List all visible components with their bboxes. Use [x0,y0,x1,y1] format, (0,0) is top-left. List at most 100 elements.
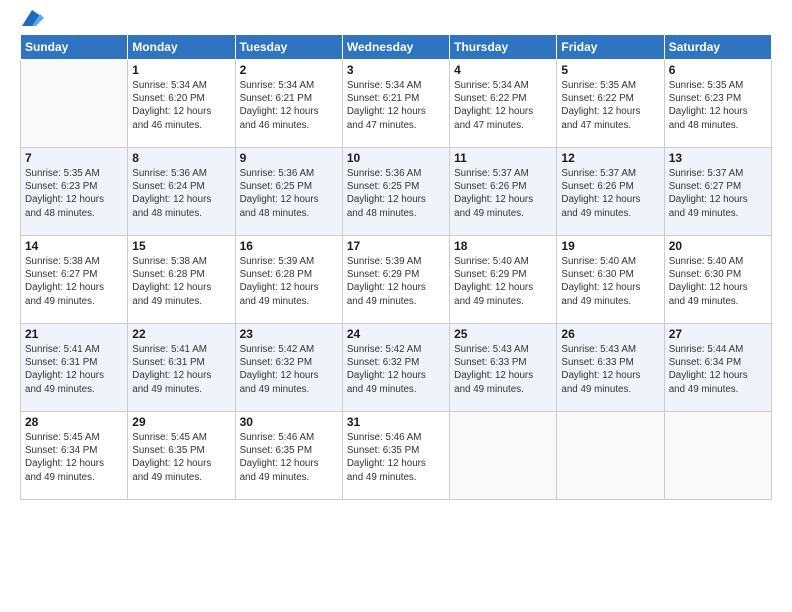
calendar-header-wednesday: Wednesday [342,35,449,60]
day-number: 16 [240,239,338,253]
day-info: Sunrise: 5:43 AMSunset: 6:33 PMDaylight:… [561,343,659,396]
calendar-header-friday: Friday [557,35,664,60]
calendar-day-cell: 30 Sunrise: 5:46 AMSunset: 6:35 PMDayligh… [235,412,342,500]
day-info: Sunrise: 5:38 AMSunset: 6:27 PMDaylight:… [25,255,123,308]
calendar-header-sunday: Sunday [21,35,128,60]
day-number: 25 [454,327,552,341]
day-number: 24 [347,327,445,341]
header [20,10,772,26]
day-info: Sunrise: 5:40 AMSunset: 6:29 PMDaylight:… [454,255,552,308]
calendar-header-thursday: Thursday [450,35,557,60]
calendar-day-cell: 5 Sunrise: 5:35 AMSunset: 6:22 PMDaylight… [557,60,664,148]
day-number: 8 [132,151,230,165]
calendar-day-cell [450,412,557,500]
day-info: Sunrise: 5:40 AMSunset: 6:30 PMDaylight:… [561,255,659,308]
calendar-day-cell: 13 Sunrise: 5:37 AMSunset: 6:27 PMDayligh… [664,148,771,236]
day-info: Sunrise: 5:35 AMSunset: 6:23 PMDaylight:… [669,79,767,132]
calendar-day-cell: 17 Sunrise: 5:39 AMSunset: 6:29 PMDayligh… [342,236,449,324]
day-number: 15 [132,239,230,253]
calendar-day-cell: 1Sunrise: 5:34 AMSunset: 6:20 PMDaylight… [128,60,235,148]
day-info: Sunrise: 5:41 AMSunset: 6:31 PMDaylight:… [25,343,123,396]
calendar-week-row: 21Sunrise: 5:41 AMSunset: 6:31 PMDayligh… [21,324,772,412]
day-info: Sunrise: 5:46 AMSunset: 6:35 PMDaylight:… [347,431,445,484]
day-number: 11 [454,151,552,165]
calendar-day-cell: 10Sunrise: 5:36 AMSunset: 6:25 PMDayligh… [342,148,449,236]
day-info: Sunrise: 5:37 AMSunset: 6:26 PMDaylight:… [561,167,659,220]
calendar-header-saturday: Saturday [664,35,771,60]
day-number: 30 [240,415,338,429]
day-number: 18 [454,239,552,253]
day-number: 7 [25,151,123,165]
day-number: 27 [669,327,767,341]
day-number: 3 [347,63,445,77]
logo-icon [22,10,44,26]
day-number: 12 [561,151,659,165]
day-info: Sunrise: 5:39 AMSunset: 6:28 PMDaylight:… [240,255,338,308]
day-number: 4 [454,63,552,77]
day-number: 26 [561,327,659,341]
calendar-day-cell: 3 Sunrise: 5:34 AMSunset: 6:21 PMDaylight… [342,60,449,148]
day-number: 9 [240,151,338,165]
day-number: 20 [669,239,767,253]
day-info: Sunrise: 5:37 AMSunset: 6:27 PMDaylight:… [669,167,767,220]
day-info: Sunrise: 5:36 AMSunset: 6:24 PMDaylight:… [132,167,230,220]
day-info: Sunrise: 5:34 AMSunset: 6:21 PMDaylight:… [240,79,338,132]
day-info: Sunrise: 5:42 AMSunset: 6:32 PMDaylight:… [240,343,338,396]
day-info: Sunrise: 5:37 AMSunset: 6:26 PMDaylight:… [454,167,552,220]
day-info: Sunrise: 5:34 AMSunset: 6:20 PMDaylight:… [132,79,230,132]
page: SundayMondayTuesdayWednesdayThursdayFrid… [0,0,792,612]
day-number: 23 [240,327,338,341]
day-number: 10 [347,151,445,165]
calendar-day-cell: 26 Sunrise: 5:43 AMSunset: 6:33 PMDayligh… [557,324,664,412]
calendar-day-cell: 7 Sunrise: 5:35 AMSunset: 6:23 PMDaylight… [21,148,128,236]
calendar-day-cell: 18 Sunrise: 5:40 AMSunset: 6:29 PMDayligh… [450,236,557,324]
calendar-header-tuesday: Tuesday [235,35,342,60]
calendar-day-cell: 2 Sunrise: 5:34 AMSunset: 6:21 PMDaylight… [235,60,342,148]
calendar-day-cell: 12 Sunrise: 5:37 AMSunset: 6:26 PMDayligh… [557,148,664,236]
calendar-day-cell: 31 Sunrise: 5:46 AMSunset: 6:35 PMDayligh… [342,412,449,500]
calendar-week-row: 28 Sunrise: 5:45 AMSunset: 6:34 PMDayligh… [21,412,772,500]
calendar-day-cell: 29Sunrise: 5:45 AMSunset: 6:35 PMDayligh… [128,412,235,500]
calendar-header-monday: Monday [128,35,235,60]
day-number: 28 [25,415,123,429]
calendar-day-cell: 16 Sunrise: 5:39 AMSunset: 6:28 PMDayligh… [235,236,342,324]
calendar-day-cell: 27 Sunrise: 5:44 AMSunset: 6:34 PMDayligh… [664,324,771,412]
day-info: Sunrise: 5:35 AMSunset: 6:22 PMDaylight:… [561,79,659,132]
day-info: Sunrise: 5:45 AMSunset: 6:34 PMDaylight:… [25,431,123,484]
day-number: 2 [240,63,338,77]
calendar-week-row: 1Sunrise: 5:34 AMSunset: 6:20 PMDaylight… [21,60,772,148]
calendar-week-row: 14 Sunrise: 5:38 AMSunset: 6:27 PMDayligh… [21,236,772,324]
calendar-table: SundayMondayTuesdayWednesdayThursdayFrid… [20,34,772,500]
day-number: 14 [25,239,123,253]
calendar-day-cell: 21Sunrise: 5:41 AMSunset: 6:31 PMDayligh… [21,324,128,412]
calendar-day-cell: 6 Sunrise: 5:35 AMSunset: 6:23 PMDaylight… [664,60,771,148]
calendar-day-cell: 19 Sunrise: 5:40 AMSunset: 6:30 PMDayligh… [557,236,664,324]
day-number: 17 [347,239,445,253]
calendar-day-cell [664,412,771,500]
day-info: Sunrise: 5:35 AMSunset: 6:23 PMDaylight:… [25,167,123,220]
calendar-day-cell [557,412,664,500]
calendar-day-cell: 8 Sunrise: 5:36 AMSunset: 6:24 PMDaylight… [128,148,235,236]
logo-blue [20,10,44,26]
day-info: Sunrise: 5:34 AMSunset: 6:21 PMDaylight:… [347,79,445,132]
day-number: 13 [669,151,767,165]
calendar-day-cell: 11 Sunrise: 5:37 AMSunset: 6:26 PMDayligh… [450,148,557,236]
calendar-day-cell: 25Sunrise: 5:43 AMSunset: 6:33 PMDayligh… [450,324,557,412]
calendar-day-cell: 23 Sunrise: 5:42 AMSunset: 6:32 PMDayligh… [235,324,342,412]
day-number: 6 [669,63,767,77]
day-number: 19 [561,239,659,253]
calendar-day-cell: 24 Sunrise: 5:42 AMSunset: 6:32 PMDayligh… [342,324,449,412]
day-info: Sunrise: 5:44 AMSunset: 6:34 PMDaylight:… [669,343,767,396]
day-number: 29 [132,415,230,429]
calendar-header-row: SundayMondayTuesdayWednesdayThursdayFrid… [21,35,772,60]
day-info: Sunrise: 5:40 AMSunset: 6:30 PMDaylight:… [669,255,767,308]
day-number: 22 [132,327,230,341]
calendar-day-cell: 15Sunrise: 5:38 AMSunset: 6:28 PMDayligh… [128,236,235,324]
calendar-day-cell: 9Sunrise: 5:36 AMSunset: 6:25 PMDaylight… [235,148,342,236]
day-number: 5 [561,63,659,77]
day-info: Sunrise: 5:42 AMSunset: 6:32 PMDaylight:… [347,343,445,396]
calendar-day-cell: 22Sunrise: 5:41 AMSunset: 6:31 PMDayligh… [128,324,235,412]
day-number: 31 [347,415,445,429]
day-info: Sunrise: 5:46 AMSunset: 6:35 PMDaylight:… [240,431,338,484]
day-info: Sunrise: 5:39 AMSunset: 6:29 PMDaylight:… [347,255,445,308]
